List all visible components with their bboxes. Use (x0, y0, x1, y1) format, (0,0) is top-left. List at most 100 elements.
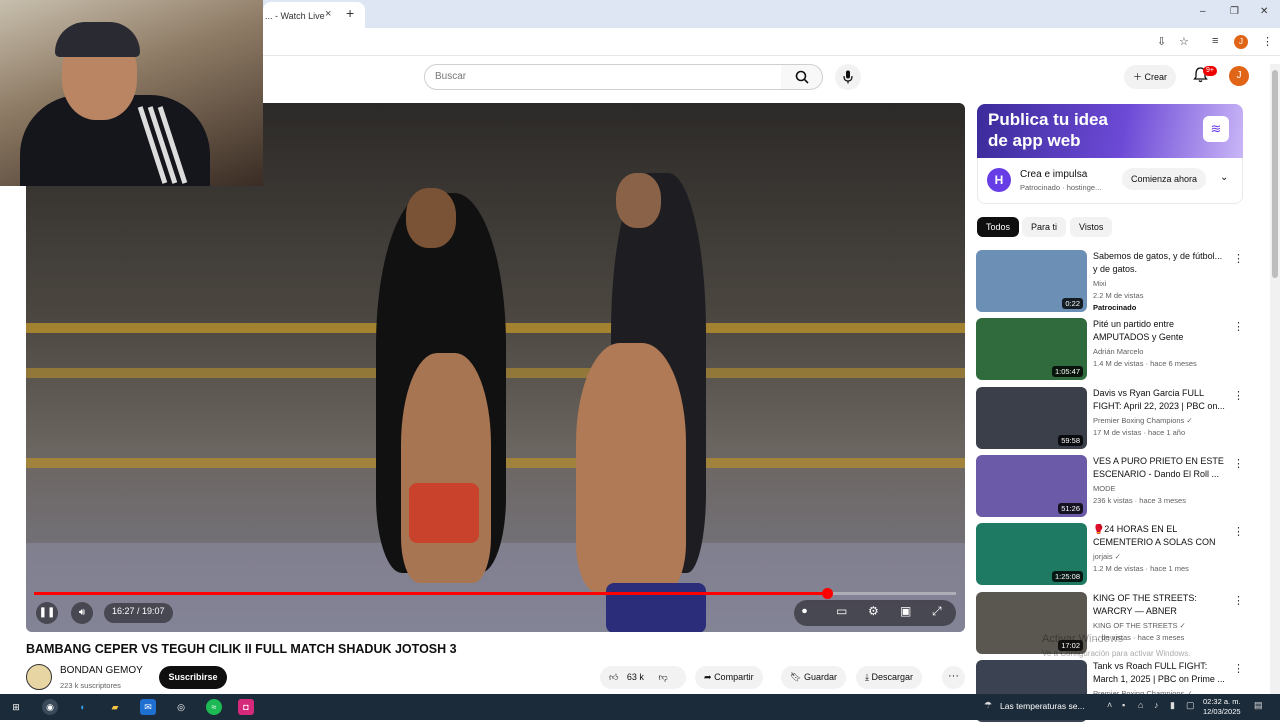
more-options-icon[interactable]: ⋮ (1233, 389, 1244, 402)
bookmark-star-icon[interactable]: ☆ (1179, 35, 1189, 48)
related-video-title[interactable]: VES A PURO PRIETO EN ESTE ESCENARIO - Da… (1093, 455, 1225, 481)
weather-text[interactable]: Las temperaturas se... (1000, 701, 1085, 711)
subtitles-icon[interactable]: ▭ (836, 604, 847, 618)
settings-gear-icon[interactable]: ⚙ (868, 604, 879, 618)
save-button[interactable]: 🔖︎ Guardar (781, 666, 846, 689)
minimize-icon[interactable]: – (1200, 6, 1206, 17)
duration-badge: 59:58 (1058, 435, 1083, 446)
tray-app-icon[interactable]: ▪ (1122, 700, 1125, 710)
ad-cta-button[interactable]: Comienza ahora (1122, 168, 1206, 190)
channel-name[interactable]: BONDAN GEMOY (60, 665, 143, 676)
theater-mode-icon[interactable]: ▣ (900, 604, 911, 618)
save-label: Guardar (803, 672, 837, 682)
related-video-item[interactable]: 1:25:08 🥊24 HORAS EN EL CEMENTERIO A SOLA… (976, 523, 1244, 587)
create-label: Crear (1144, 72, 1168, 82)
related-video-thumbnail[interactable]: 1:25:08 (976, 523, 1087, 585)
related-video-item[interactable]: 51:26 VES A PURO PRIETO EN ESTE ESCENARIO… (976, 455, 1244, 519)
related-video-item[interactable]: 17:02 KING OF THE STREETS: WARCRY — ABNER… (976, 592, 1244, 656)
related-video-title[interactable]: Sabemos de gatos, y de fútbol... y de ga… (1093, 250, 1225, 276)
more-options-icon[interactable]: ⋮ (1233, 457, 1244, 470)
share-button[interactable]: ➦ Compartir (695, 666, 763, 689)
related-video-meta: 17 M de vistas · hace 1 año (1093, 428, 1186, 437)
clock-date: 12/03/2025 (1203, 707, 1241, 716)
related-video-item[interactable]: 1:05:47 Pité un partido entre AMPUTADOS y… (976, 318, 1244, 382)
create-button[interactable]: ＋ Crear (1124, 65, 1176, 89)
related-video-thumbnail[interactable]: 1:05:47 (976, 318, 1087, 380)
chevron-down-icon[interactable]: ⌄ (1220, 172, 1228, 183)
subscribe-button[interactable]: Suscribirse (159, 666, 227, 689)
related-video-channel[interactable]: jorjais ✓ (1093, 552, 1121, 561)
ad-stack-icon: ≋ (1203, 116, 1229, 142)
dislike-icon[interactable]: 👎︎ (658, 672, 667, 682)
chrome-menu-icon[interactable]: ⋮ (1262, 35, 1273, 48)
chrome-icon[interactable]: ◉ (42, 699, 58, 715)
speaker-icon[interactable]: ♪ (1154, 700, 1159, 710)
window-close-icon[interactable]: ✕ (1260, 6, 1268, 17)
search-input[interactable]: Buscar (424, 64, 782, 90)
battery-icon[interactable]: ▮ (1170, 700, 1175, 711)
scrollbar-thumb[interactable] (1272, 70, 1278, 278)
related-video-channel[interactable]: MODE (1093, 484, 1116, 493)
taskbar-clock[interactable]: 02:32 a. m. 12/03/2025 (1203, 697, 1241, 717)
like-icon[interactable]: 👍︎ (609, 672, 618, 682)
related-video-thumbnail[interactable]: 0:22 (976, 250, 1087, 312)
media-control-icon[interactable]: ≡ (1212, 35, 1218, 47)
install-app-icon[interactable]: ⇩ (1157, 35, 1166, 48)
related-video-thumbnail[interactable]: 59:58 (976, 387, 1087, 449)
related-video-thumbnail[interactable]: 51:26 (976, 455, 1087, 517)
duration-badge: 0:22 (1062, 298, 1083, 309)
network-icon[interactable]: ⌂ (1138, 700, 1143, 710)
edge-icon[interactable]: ◐ (75, 699, 91, 715)
outlook-icon[interactable]: ✉ (140, 699, 156, 715)
webcam-overlay (0, 0, 263, 186)
progress-fill (34, 592, 827, 595)
chip-watched[interactable]: Vistos (1070, 217, 1113, 237)
like-count[interactable]: 63 k (627, 672, 644, 682)
related-video-title[interactable]: Tank vs Roach FULL FIGHT: March 1, 2025 … (1093, 660, 1225, 686)
restore-icon[interactable]: ❐ (1230, 6, 1239, 17)
mic-icon[interactable] (835, 64, 861, 90)
download-button[interactable]: ⤓ Descargar (856, 666, 923, 689)
obs-icon[interactable]: ◎ (173, 699, 189, 715)
ad-title[interactable]: Crea e impulsa (1020, 169, 1087, 180)
windows-start-icon[interactable]: ⊞ (8, 699, 24, 715)
account-avatar[interactable]: J (1229, 66, 1249, 86)
related-video-item[interactable]: 59:58 Davis vs Ryan Garcia FULL FIGHT: Ap… (976, 387, 1244, 451)
related-video-title[interactable]: Davis vs Ryan Garcia FULL FIGHT: April 2… (1093, 387, 1225, 413)
more-options-icon[interactable]: ⋮ (1233, 662, 1244, 675)
related-video-channel[interactable]: Premier Boxing Champions ✓ (1093, 416, 1193, 425)
weather-icon[interactable]: ☂ (984, 700, 992, 711)
more-options-icon[interactable]: ⋮ (1233, 594, 1244, 607)
tab-close-icon[interactable]: × (325, 8, 331, 20)
channel-avatar[interactable] (26, 664, 52, 690)
new-tab-button[interactable]: + (346, 5, 354, 21)
more-options-icon[interactable]: ⋮ (1233, 320, 1244, 333)
progress-scrubber[interactable] (821, 588, 833, 599)
more-actions-icon[interactable]: ··· (942, 666, 965, 689)
pause-icon[interactable]: ❚❚ (36, 602, 58, 624)
chip-all[interactable]: Todos (977, 217, 1020, 237)
related-video-title[interactable]: KING OF THE STREETS: WARCRY — ABNER LLOV… (1093, 592, 1225, 619)
search-icon[interactable] (781, 64, 823, 90)
chip-for-you[interactable]: Para ti (1022, 217, 1067, 237)
volume-icon[interactable]: 🔊︎ (71, 602, 93, 624)
notification-center-icon[interactable]: ▤ (1254, 700, 1263, 711)
spotify-icon[interactable]: ≈ (206, 699, 222, 715)
related-video-channel[interactable]: KING OF THE STREETS ✓ (1093, 621, 1186, 630)
related-video-item[interactable]: 0:22 Sabemos de gatos, y de fútbol... y d… (976, 250, 1244, 314)
related-video-title[interactable]: 🥊24 HORAS EN EL CEMENTERIO A SOLAS CON L… (1093, 523, 1225, 550)
related-video-channel[interactable]: Adrián Marcelo (1093, 347, 1143, 356)
more-options-icon[interactable]: ⋮ (1233, 525, 1244, 538)
instagram-icon[interactable]: ◘ (238, 699, 254, 715)
language-icon[interactable]: ▢ (1186, 700, 1195, 711)
autoplay-toggle[interactable]: ⏺ (802, 606, 807, 617)
related-video-title[interactable]: Pité un partido entre AMPUTADOS y Gente … (1093, 318, 1225, 345)
more-options-icon[interactable]: ⋮ (1233, 252, 1244, 265)
tray-chevron-icon[interactable]: ˄ (1107, 700, 1112, 710)
ad-sponsor: Patrocinado · hostinge... (1020, 183, 1102, 192)
ad-banner-line1: Publica tu idea (988, 110, 1108, 129)
file-explorer-icon[interactable]: ▰ (107, 699, 123, 715)
chrome-profile-avatar[interactable]: J (1234, 35, 1248, 49)
fullscreen-icon[interactable]: ⤢ (932, 604, 942, 619)
related-video-channel[interactable]: Mixi (1093, 279, 1106, 288)
